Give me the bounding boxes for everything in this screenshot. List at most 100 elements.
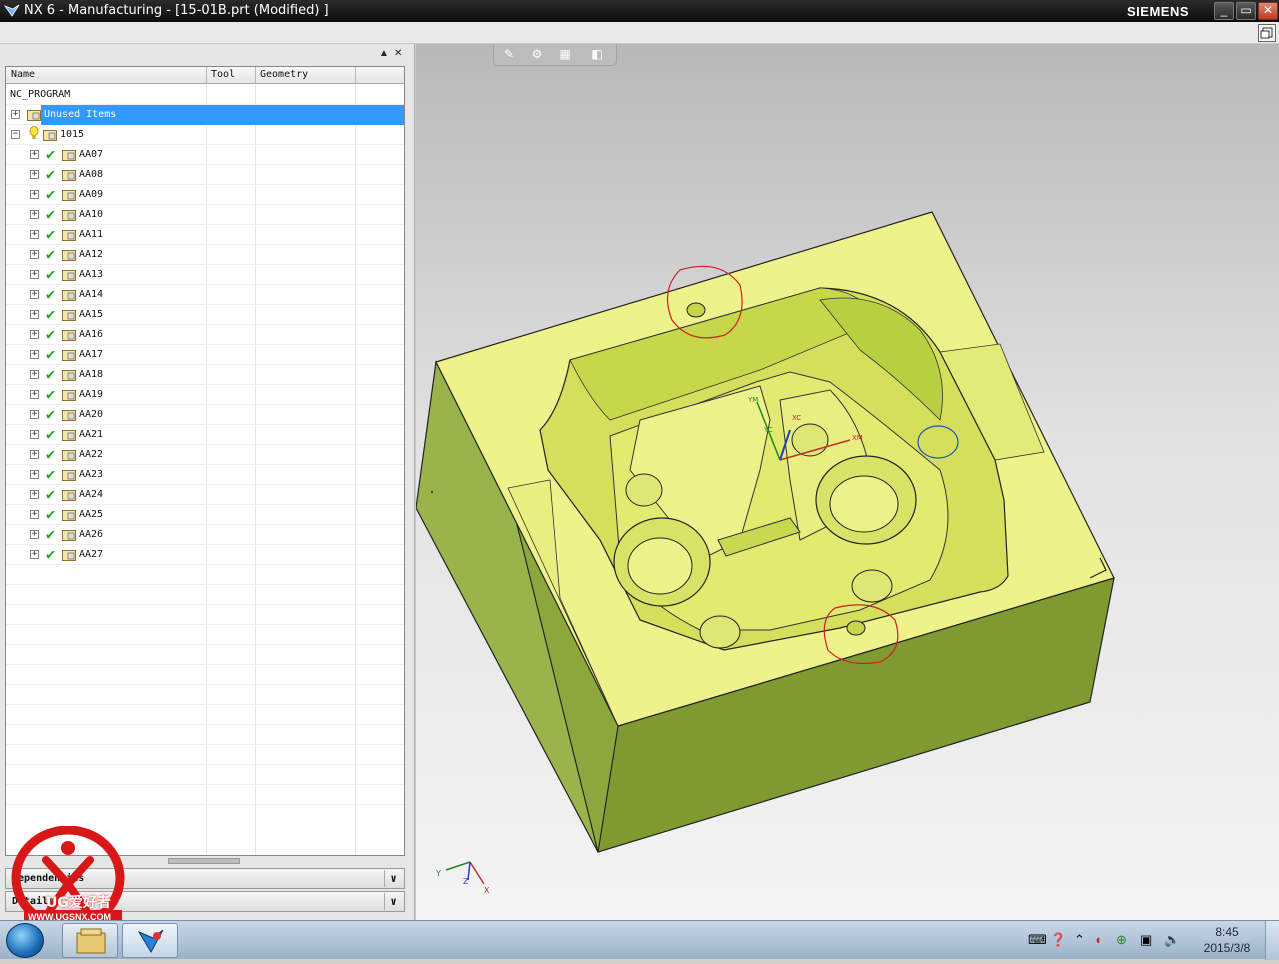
system-clock[interactable]: 8:45 2015/3/8 (1196, 924, 1258, 956)
expand-icon[interactable]: + (30, 250, 39, 259)
program-folder-icon (62, 490, 76, 501)
taskbar-nx-button[interactable] (122, 923, 178, 958)
tree-row-operation[interactable]: + ✔ AA22 (6, 445, 404, 465)
collapse-icon[interactable]: − (11, 130, 20, 139)
expand-icon[interactable]: + (11, 110, 20, 119)
tree-row-operation[interactable]: + ✔ AA09 (6, 185, 404, 205)
expand-icon[interactable]: + (30, 430, 39, 439)
help-icon[interactable]: ❓ (1050, 932, 1066, 948)
checkmark-icon: ✔ (46, 345, 56, 363)
operation-navigator: ▲ ✕ Name Tool Geometry NC_PROGRAM + Unus… (0, 44, 415, 920)
layout-icon[interactable]: ◧ (586, 47, 608, 63)
checkmark-icon: ✔ (46, 465, 56, 483)
gear-icon[interactable]: ⚙ (526, 47, 548, 63)
expand-icon[interactable]: + (30, 550, 39, 559)
tree-row-operation[interactable]: + ✔ AA10 (6, 205, 404, 225)
expand-icon[interactable]: + (30, 230, 39, 239)
program-folder-icon (62, 190, 76, 201)
expand-icon[interactable]: + (30, 270, 39, 279)
expand-icon[interactable]: + (30, 350, 39, 359)
tree-row-empty (6, 625, 404, 645)
expand-icon[interactable]: + (30, 150, 39, 159)
chevron-down-icon[interactable]: ∨ (384, 870, 402, 887)
expand-icon[interactable]: + (30, 290, 39, 299)
fit-view-icon[interactable]: ✎ (498, 47, 520, 63)
expand-icon[interactable]: + (30, 190, 39, 199)
start-button[interactable] (6, 923, 44, 958)
expand-icon[interactable]: + (30, 490, 39, 499)
column-header-name[interactable]: Name (11, 69, 35, 80)
taskbar-explorer-button[interactable] (62, 923, 118, 958)
network-icon[interactable]: ▣ (1140, 932, 1152, 948)
restore-window-icon[interactable] (1258, 24, 1276, 42)
network-status-icon[interactable]: ⊕ (1116, 932, 1127, 948)
tree-row-operation[interactable]: + ✔ AA17 (6, 345, 404, 365)
grid-icon[interactable]: ▦ (554, 47, 576, 63)
tray-expand-icon[interactable]: ⌃ (1074, 932, 1085, 948)
show-desktop-button[interactable] (1265, 921, 1279, 960)
close-button[interactable]: ✕ (1258, 2, 1278, 20)
tree-row-operation[interactable]: + ✔ AA13 (6, 265, 404, 285)
tree-row-operation[interactable]: + ✔ AA07 (6, 145, 404, 165)
tree-row-operation[interactable]: + ✔ AA15 (6, 305, 404, 325)
tree-row-operation[interactable]: + ✔ AA20 (6, 405, 404, 425)
tree-row-operation[interactable]: + ✔ AA16 (6, 325, 404, 345)
tree-row-group[interactable]: − 1015 (6, 125, 404, 145)
maximize-button[interactable]: ▭ (1236, 2, 1256, 20)
tree-row-empty (6, 665, 404, 685)
expand-icon[interactable]: + (30, 530, 39, 539)
tree-label-root: NC_PROGRAM (10, 89, 71, 100)
tree-row-operation[interactable]: + ✔ AA14 (6, 285, 404, 305)
keyboard-icon[interactable]: ⌨ (1028, 932, 1047, 948)
graphics-window[interactable]: YM YC XM XC Y Z X ✎ ⚙ ▦ ◧ (416, 44, 1279, 920)
volume-icon[interactable]: 🔈 (1164, 932, 1180, 948)
horizontal-scrollbar[interactable] (168, 858, 240, 864)
program-folder-icon (62, 530, 76, 541)
expand-icon[interactable]: + (30, 510, 39, 519)
tree-row-operation[interactable]: + ✔ AA11 (6, 225, 404, 245)
tree-label-unused: Unused Items (44, 106, 117, 124)
tree-row-operation[interactable]: + ✔ AA19 (6, 385, 404, 405)
taskbar: ⌨ ❓ ⌃ ◖ ⊕ ▣ 🔈 8:45 2015/3/8 (0, 920, 1279, 960)
chevron-down-icon[interactable]: ∨ (384, 893, 402, 910)
tree-row-unused[interactable]: + Unused Items (6, 105, 404, 125)
tree-row-operation[interactable]: + ✔ AA08 (6, 165, 404, 185)
tree-header: Name Tool Geometry (6, 67, 404, 84)
tree-label-operation: AA18 (79, 369, 104, 380)
column-header-geometry[interactable]: Geometry (260, 69, 308, 80)
expand-icon[interactable]: + (30, 370, 39, 379)
tree-row-operation[interactable]: + ✔ AA23 (6, 465, 404, 485)
tree-row-operation[interactable]: + ✔ AA25 (6, 505, 404, 525)
tree-row-operation[interactable]: + ✔ AA24 (6, 485, 404, 505)
tree-row-operation[interactable]: + ✔ AA26 (6, 525, 404, 545)
triad-label-y: Y (435, 869, 441, 878)
mold-cavity-model[interactable]: YM YC XM XC Y Z X (416, 44, 1279, 920)
expand-icon[interactable]: + (30, 210, 39, 219)
tree-row-operation[interactable]: + ✔ AA21 (6, 425, 404, 445)
expand-icon[interactable]: + (30, 390, 39, 399)
expand-icon[interactable]: + (30, 330, 39, 339)
panel-collapse-icon[interactable]: ▲ (379, 48, 389, 59)
expand-icon[interactable]: + (30, 170, 39, 179)
tree-label-operation: AA19 (79, 389, 104, 400)
checkmark-icon: ✔ (46, 485, 56, 503)
tree-row-root[interactable]: NC_PROGRAM (6, 85, 404, 105)
expand-icon[interactable]: + (30, 410, 39, 419)
tree-label-operation: AA22 (79, 449, 104, 460)
navigator-tree: Name Tool Geometry NC_PROGRAM + Unused I… (5, 66, 405, 856)
tree-row-operation[interactable]: + ✔ AA12 (6, 245, 404, 265)
tree-label-group: 1015 (60, 129, 85, 140)
column-header-tool[interactable]: Tool (211, 69, 235, 80)
expand-icon[interactable]: + (30, 470, 39, 479)
tree-label-operation: AA20 (79, 409, 104, 420)
tree-row-operation[interactable]: + ✔ AA27 (6, 545, 404, 565)
minimize-button[interactable]: _ (1214, 2, 1234, 20)
expand-icon[interactable]: + (30, 450, 39, 459)
tree-label-operation: AA13 (79, 269, 104, 280)
tree-row-operation[interactable]: + ✔ AA18 (6, 365, 404, 385)
checkmark-icon: ✔ (46, 245, 56, 263)
panel-close-icon[interactable]: ✕ (394, 48, 402, 59)
expand-icon[interactable]: + (30, 310, 39, 319)
checkmark-icon: ✔ (46, 405, 56, 423)
antivirus-icon[interactable]: ◖ (1094, 932, 1102, 947)
